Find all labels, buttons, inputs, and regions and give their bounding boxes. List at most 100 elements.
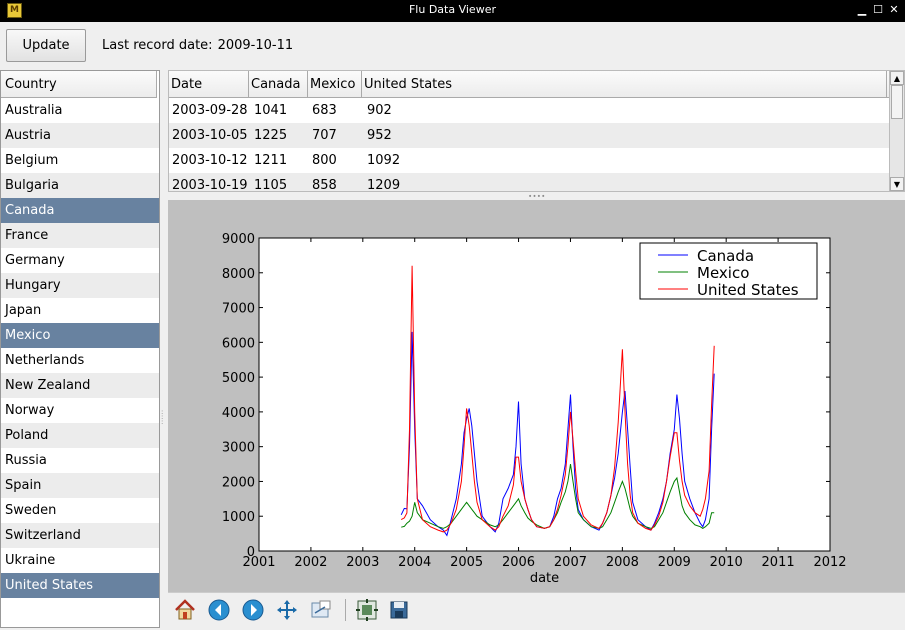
save-icon[interactable] <box>387 598 411 622</box>
cell-mexico: 707 <box>312 128 337 143</box>
data-table[interactable]: Date Canada Mexico United States 2003-09… <box>168 70 905 192</box>
country-column-header[interactable]: Country <box>1 71 157 98</box>
x-tick-label: 2004 <box>398 555 431 570</box>
country-item-austria[interactable]: Austria <box>1 123 159 148</box>
country-item-netherlands[interactable]: Netherlands <box>1 348 159 373</box>
country-item-bulgaria[interactable]: Bulgaria <box>1 173 159 198</box>
y-tick-label: 1000 <box>222 510 255 525</box>
legend-label: Canada <box>697 247 754 265</box>
column-header-united-states[interactable]: United States <box>362 71 887 98</box>
cell-united-states: 952 <box>367 128 392 143</box>
y-tick-label: 7000 <box>222 302 255 317</box>
table-row[interactable]: 2003-10-12 1211 800 1092 <box>169 148 889 173</box>
x-tick-label: 2002 <box>294 555 327 570</box>
last-record-info: Last record date: 2009-10-11 <box>102 38 298 53</box>
country-item-mexico[interactable]: Mexico <box>1 323 159 348</box>
country-item-canada[interactable]: Canada <box>1 198 159 223</box>
x-tick-label: 2011 <box>762 555 795 570</box>
cell-date: 2003-10-05 <box>172 128 248 143</box>
column-header-date[interactable]: Date <box>169 71 249 98</box>
scroll-down-icon[interactable]: ▼ <box>890 177 904 191</box>
cell-mexico: 858 <box>312 178 337 192</box>
title-bar: M Flu Data Viewer ▁ ☐ ✕ <box>0 0 905 22</box>
home-icon[interactable] <box>173 598 197 622</box>
flu-chart: 2001 2002 2003 2004 2005 2006 2007 2008 2009 2010… <box>222 232 847 586</box>
y-tick-label: 4000 <box>222 406 255 421</box>
scroll-up-icon[interactable]: ▲ <box>890 71 904 85</box>
cell-date: 2003-10-12 <box>172 153 248 168</box>
legend-label: United States <box>697 281 799 299</box>
splitter-grip-icon: ::: <box>161 408 164 426</box>
table-row[interactable]: 2003-09-28 1041 683 902 <box>169 98 889 123</box>
y-tick-label: 9000 <box>222 232 255 247</box>
country-item-australia[interactable]: Australia <box>1 98 159 123</box>
window-title: Flu Data Viewer <box>408 3 496 16</box>
column-header-canada[interactable]: Canada <box>249 71 308 98</box>
cell-date: 2003-09-28 <box>172 103 248 118</box>
y-tick-label: 5000 <box>222 371 255 386</box>
x-tick-label: 2009 <box>658 555 691 570</box>
x-tick-label: 2012 <box>813 555 846 570</box>
table-row[interactable]: 2003-10-19 1105 858 1209 <box>169 173 889 192</box>
x-tick-label: 2003 <box>346 555 379 570</box>
y-tick-label: 2000 <box>222 475 255 490</box>
country-item-belgium[interactable]: Belgium <box>1 148 159 173</box>
country-item-japan[interactable]: Japan <box>1 298 159 323</box>
cell-united-states: 1092 <box>367 153 401 168</box>
forward-icon[interactable] <box>241 598 265 622</box>
x-tick-label: 2008 <box>606 555 639 570</box>
country-item-germany[interactable]: Germany <box>1 248 159 273</box>
legend-label: Mexico <box>697 264 749 282</box>
plot-canvas[interactable]: 2001 2002 2003 2004 2005 2006 2007 2008 2009 2010… <box>168 200 905 592</box>
x-tick-label: 2006 <box>502 555 535 570</box>
close-icon[interactable]: ✕ <box>887 3 901 17</box>
y-tick-label: 3000 <box>222 441 255 456</box>
x-tick-label: 2010 <box>710 555 743 570</box>
vertical-splitter[interactable]: ::: <box>160 70 168 628</box>
country-item-france[interactable]: France <box>1 223 159 248</box>
x-tick-label: 2005 <box>450 555 483 570</box>
last-record-label: Last record date: <box>102 38 213 53</box>
scroll-thumb[interactable] <box>891 85 903 119</box>
cell-mexico: 800 <box>312 153 337 168</box>
cell-date: 2003-10-19 <box>172 178 248 192</box>
country-item-switzerland[interactable]: Switzerland <box>1 523 159 548</box>
y-tick-label: 8000 <box>222 267 255 282</box>
country-list[interactable]: Country Australia Austria Belgium Bulgaria C… <box>0 70 160 628</box>
cell-mexico: 683 <box>312 103 337 118</box>
configure-subplots-icon[interactable] <box>355 598 379 622</box>
country-item-poland[interactable]: Poland <box>1 423 159 448</box>
cell-canada: 1225 <box>254 128 288 143</box>
country-item-sweden[interactable]: Sweden <box>1 498 159 523</box>
cell-canada: 1105 <box>254 178 288 192</box>
zoom-icon[interactable] <box>309 598 333 622</box>
update-button[interactable]: Update <box>6 29 86 62</box>
cell-united-states: 902 <box>367 103 392 118</box>
y-tick-label: 0 <box>247 545 255 560</box>
last-record-value: 2009-10-11 <box>217 38 294 53</box>
plot-toolbar <box>168 592 905 628</box>
country-item-ukraine[interactable]: Ukraine <box>1 548 159 573</box>
table-row[interactable]: 2003-10-05 1225 707 952 <box>169 123 889 148</box>
country-item-united-states[interactable]: United States <box>1 573 159 598</box>
horizontal-splitter[interactable]: ∙∙∙∙ <box>168 192 905 200</box>
country-item-norway[interactable]: Norway <box>1 398 159 423</box>
column-header-mexico[interactable]: Mexico <box>308 71 362 98</box>
minimize-icon[interactable]: ▁ <box>855 3 869 17</box>
x-axis-label: date <box>530 571 559 586</box>
pan-icon[interactable] <box>275 598 299 622</box>
country-item-russia[interactable]: Russia <box>1 448 159 473</box>
y-tick-label: 6000 <box>222 336 255 351</box>
country-item-new-zealand[interactable]: New Zealand <box>1 373 159 398</box>
maximize-icon[interactable]: ☐ <box>871 3 885 17</box>
splitter-grip-icon: ∙∙∙∙ <box>528 192 546 200</box>
cell-united-states: 1209 <box>367 178 401 192</box>
cell-canada: 1041 <box>254 103 288 118</box>
x-tick-label: 2007 <box>554 555 587 570</box>
country-item-hungary[interactable]: Hungary <box>1 273 159 298</box>
table-scrollbar[interactable]: ▲ ▼ <box>889 71 904 191</box>
country-item-spain[interactable]: Spain <box>1 473 159 498</box>
table-header: Date Canada Mexico United States <box>169 71 889 98</box>
toolbar-separator <box>345 599 346 621</box>
back-icon[interactable] <box>207 598 231 622</box>
